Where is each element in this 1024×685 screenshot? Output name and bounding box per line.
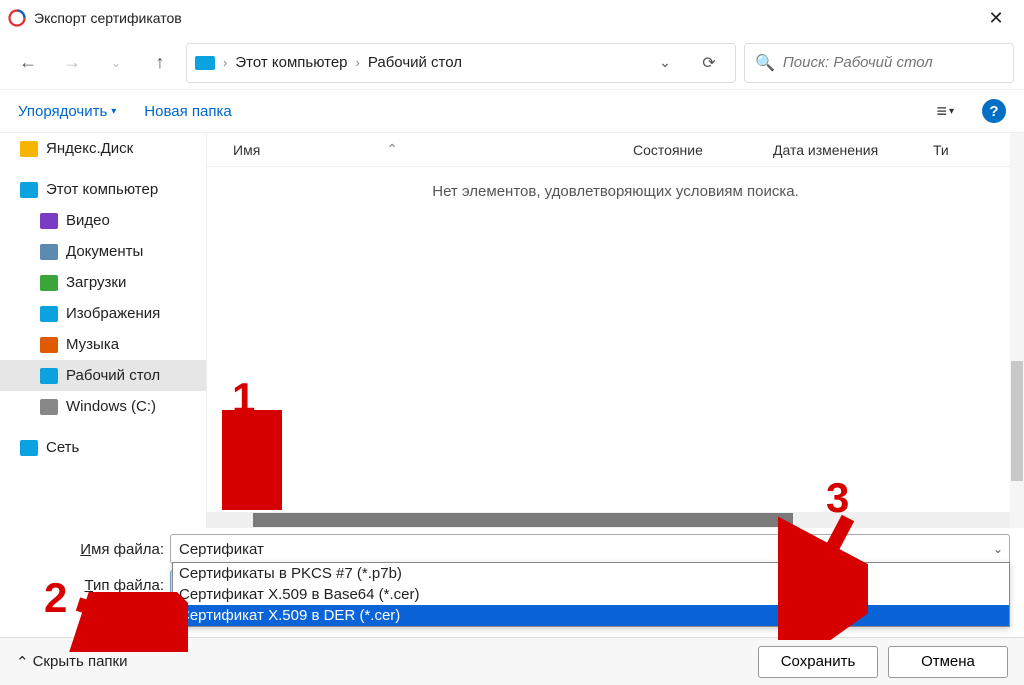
filetype-dropdown: Сертификаты в PKCS #7 (*.p7b)Сертификат … xyxy=(172,562,1010,627)
sort-indicator-icon: ⌃ xyxy=(386,141,398,158)
doc-icon xyxy=(40,244,58,260)
recent-caret[interactable]: ⌄ xyxy=(98,45,134,81)
filetype-label: Тип файла: xyxy=(14,577,170,594)
annotation-arrow-2 xyxy=(68,592,188,652)
chevron-icon: › xyxy=(356,55,360,70)
disk-icon xyxy=(40,399,58,415)
filetype-option[interactable]: Сертификаты в PKCS #7 (*.p7b) xyxy=(173,563,1009,584)
sidebar-item-download[interactable]: Загрузки xyxy=(0,267,206,298)
cancel-button[interactable]: Отмена xyxy=(888,646,1008,678)
window-title: Экспорт сертификатов xyxy=(34,10,976,26)
save-button[interactable]: Сохранить xyxy=(758,646,878,678)
hide-folders-link[interactable]: ⌃Скрыть папки xyxy=(16,653,127,671)
chevron-up-icon: ⌃ xyxy=(16,653,29,671)
pc-icon xyxy=(195,56,215,70)
title-bar: Экспорт сертификатов ✕ xyxy=(0,0,1024,36)
breadcrumb-computer[interactable]: Этот компьютер xyxy=(235,54,347,71)
close-button[interactable]: ✕ xyxy=(976,8,1016,29)
search-box[interactable]: 🔍 xyxy=(744,43,1014,83)
caret-down-icon: ▾ xyxy=(949,106,954,117)
view-mode-button[interactable]: ≡ ▾ xyxy=(936,101,954,122)
filetype-option[interactable]: Сертификат X.509 в Base64 (*.cer) xyxy=(173,584,1009,605)
back-button[interactable]: ← xyxy=(10,45,46,81)
sidebar-item-desktop[interactable]: Рабочий стол xyxy=(0,360,206,391)
vertical-scrollbar[interactable] xyxy=(1010,133,1024,528)
toolbar: Упорядочить▾ Новая папка ≡ ▾ ? xyxy=(0,90,1024,132)
sidebar-item-label: Этот компьютер xyxy=(46,181,158,198)
sidebar-item-label: Windows (C:) xyxy=(66,398,156,415)
forward-button[interactable]: → xyxy=(54,45,90,81)
sidebar-item-label: Изображения xyxy=(66,305,160,322)
sidebar-item-image[interactable]: Изображения xyxy=(0,298,206,329)
up-button[interactable]: ↑ xyxy=(142,45,178,81)
sidebar: Яндекс.Диск Этот компьютер Видео Документы З… xyxy=(0,133,206,528)
scroll-thumb[interactable] xyxy=(1011,361,1023,481)
yadisk-icon xyxy=(20,141,38,157)
caret-down-icon: ▾ xyxy=(111,106,116,117)
image-icon xyxy=(40,306,58,322)
new-folder-button[interactable]: Новая папка xyxy=(144,103,231,120)
horizontal-scrollbar[interactable] xyxy=(207,512,1010,528)
col-modified[interactable]: Дата изменения xyxy=(773,142,933,158)
sidebar-item-label: Яндекс.Диск xyxy=(46,140,133,157)
annotation-2: 2 xyxy=(44,574,67,622)
annotation-arrow-1 xyxy=(222,410,282,510)
col-state[interactable]: Состояние xyxy=(633,142,773,158)
desktop-icon xyxy=(40,368,58,384)
sidebar-item-video[interactable]: Видео xyxy=(0,205,206,236)
caret-down-icon: ⌄ xyxy=(993,542,1003,556)
column-headers: Имя ⌃ Состояние Дата изменения Ти xyxy=(207,133,1024,167)
history-caret[interactable]: ⌄ xyxy=(647,45,683,81)
sidebar-item-network[interactable]: Сеть xyxy=(0,432,206,463)
search-input[interactable] xyxy=(783,54,1003,71)
file-list: Имя ⌃ Состояние Дата изменения Ти Нет эле… xyxy=(206,133,1024,528)
empty-message: Нет элементов, удовлетворяющих условиям … xyxy=(207,167,1024,200)
sidebar-item-doc[interactable]: Документы xyxy=(0,236,206,267)
sidebar-item-pc[interactable]: Этот компьютер xyxy=(0,174,206,205)
sidebar-item-music[interactable]: Музыка xyxy=(0,329,206,360)
col-type[interactable]: Ти xyxy=(933,142,949,158)
sidebar-item-disk[interactable]: Windows (C:) xyxy=(0,391,206,422)
sidebar-item-yadisk[interactable]: Яндекс.Диск xyxy=(0,133,206,164)
sidebar-item-label: Документы xyxy=(66,243,143,260)
organize-menu[interactable]: Упорядочить▾ xyxy=(18,103,116,120)
address-bar[interactable]: › Этот компьютер › Рабочий стол ⌄ ⟳ xyxy=(186,43,736,83)
music-icon xyxy=(40,337,58,353)
sidebar-item-label: Сеть xyxy=(46,439,79,456)
sidebar-item-label: Рабочий стол xyxy=(66,367,160,384)
nav-bar: ← → ⌄ ↑ › Этот компьютер › Рабочий стол … xyxy=(0,36,1024,90)
filename-label: Имя файла: xyxy=(14,541,170,558)
chevron-icon: › xyxy=(223,55,227,70)
download-icon xyxy=(40,275,58,291)
pc-icon xyxy=(20,182,38,198)
annotation-arrow-3 xyxy=(778,508,868,640)
sidebar-item-label: Музыка xyxy=(66,336,119,353)
video-icon xyxy=(40,213,58,229)
refresh-button[interactable]: ⟳ xyxy=(691,45,727,81)
network-icon xyxy=(20,440,38,456)
help-button[interactable]: ? xyxy=(982,99,1006,123)
search-icon: 🔍 xyxy=(755,53,775,73)
main-area: Яндекс.Диск Этот компьютер Видео Документы З… xyxy=(0,132,1024,528)
app-icon xyxy=(8,9,26,27)
scroll-thumb[interactable] xyxy=(253,513,793,527)
col-name[interactable]: Имя xyxy=(233,142,260,158)
sidebar-item-label: Видео xyxy=(66,212,110,229)
breadcrumb-folder[interactable]: Рабочий стол xyxy=(368,54,462,71)
filename-input[interactable]: Сертификат ⌄ xyxy=(170,534,1010,564)
sidebar-item-label: Загрузки xyxy=(66,274,126,291)
filetype-option[interactable]: Сертификат X.509 в DER (*.cer) xyxy=(173,605,1009,626)
